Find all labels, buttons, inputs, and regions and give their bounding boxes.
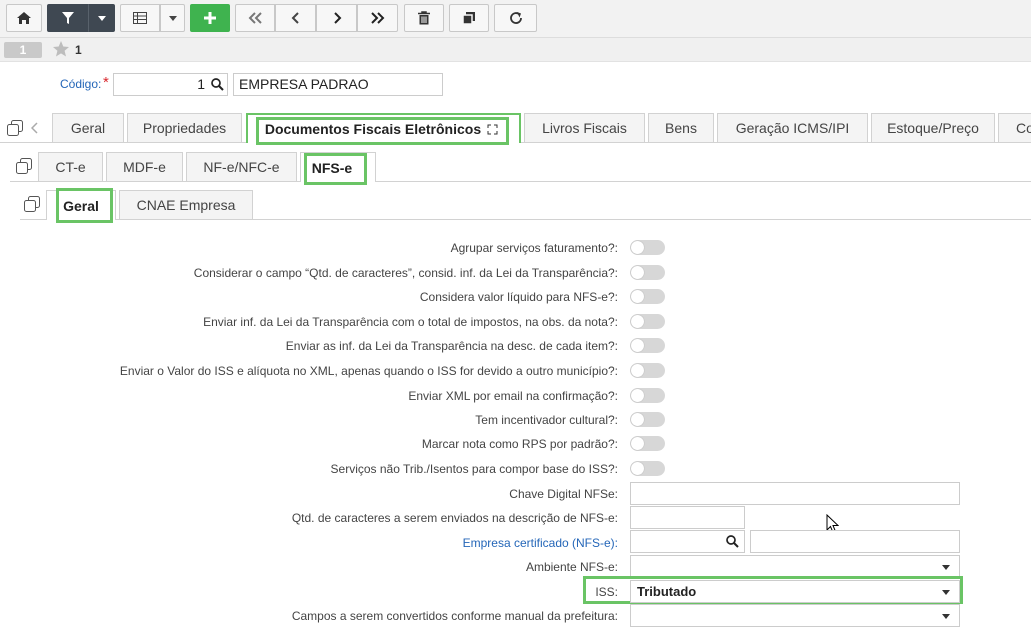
- toggle-lei-transparencia-obs[interactable]: [630, 314, 665, 329]
- tab-geral[interactable]: Geral: [52, 113, 124, 142]
- subtab-divider: [10, 181, 1031, 182]
- filter-icon: [61, 12, 74, 24]
- toggle-label: Tem incentivador cultural?:: [475, 413, 618, 427]
- record-bar: [0, 38, 1031, 62]
- empresa-certificado-input[interactable]: [630, 530, 745, 553]
- plus-icon: [204, 12, 216, 24]
- toggle-label: Serviços não Trib./Isentos para compor b…: [330, 462, 618, 476]
- trash-icon: [418, 11, 430, 25]
- delete-button[interactable]: [404, 4, 444, 32]
- tab-bens[interactable]: Bens: [648, 113, 714, 142]
- empresa-name-field: EMPRESA PADRAO: [233, 73, 443, 96]
- filter-dropdown-button[interactable]: [88, 4, 115, 32]
- toggle-label: Enviar XML por email na confirmação?:: [408, 389, 618, 403]
- iss-label: ISS:: [595, 585, 618, 599]
- toggle-rps-padrao[interactable]: [630, 436, 665, 451]
- table-icon: [133, 12, 147, 24]
- chave-digital-input[interactable]: [630, 482, 960, 505]
- tab-documentos-fiscais-label: Documentos Fiscais Eletrônicos: [264, 121, 482, 137]
- tab-cte[interactable]: CT-e: [38, 152, 103, 181]
- table-dropdown-button[interactable]: [160, 4, 185, 32]
- chevron-left-icon[interactable]: [31, 122, 39, 134]
- toggle-incentivador-cultural[interactable]: [630, 412, 665, 427]
- copy-tabs-icon[interactable]: [24, 196, 40, 212]
- copy-tabs-icon[interactable]: [7, 120, 23, 136]
- search-icon[interactable]: [726, 535, 739, 548]
- tab-geracao-icms-ipi[interactable]: Geração ICMS/IPI: [717, 113, 868, 142]
- dropdown-caret-icon: [97, 15, 106, 21]
- toggle-lei-transparencia-item[interactable]: [630, 338, 665, 353]
- tab-mdfe[interactable]: MDF-e: [106, 152, 183, 181]
- favorite-count: 1: [75, 43, 82, 57]
- toggle-label: Enviar o Valor do ISS e alíquota no XML,…: [119, 364, 618, 378]
- tab-livros-fiscais[interactable]: Livros Fiscais: [524, 113, 645, 142]
- refresh-button[interactable]: [494, 4, 537, 32]
- chevron-down-icon: [942, 590, 950, 595]
- toggle-valor-iss-xml[interactable]: [630, 363, 665, 378]
- toggle-servicos-nao-trib[interactable]: [630, 461, 665, 476]
- chave-digital-label: Chave Digital NFSe:: [509, 487, 618, 501]
- subtab-divider: [20, 219, 1031, 220]
- copy-icon: [462, 12, 475, 25]
- tab-propriedades[interactable]: Propriedades: [127, 113, 242, 142]
- duplicate-button[interactable]: [449, 4, 489, 32]
- copy-tabs-icon[interactable]: [16, 158, 32, 174]
- qtd-caracteres-input[interactable]: [630, 506, 745, 529]
- toggle-label: Enviar inf. da Lei da Transparência com …: [203, 315, 618, 329]
- chevron-down-icon: [942, 565, 950, 570]
- empresa-certificado-name: [750, 530, 960, 553]
- first-record-button[interactable]: [235, 4, 275, 32]
- tab-cnae-empresa[interactable]: CNAE Empresa: [119, 190, 253, 219]
- tab-nfe-nfce[interactable]: NF-e/NFC-e: [186, 152, 297, 181]
- tab-nfse-geral-label: Geral: [63, 197, 99, 214]
- home-icon: [17, 12, 31, 24]
- campos-convertidos-label: Campos a serem convertidos conforme manu…: [291, 609, 618, 623]
- tab-more[interactable]: Co: [998, 113, 1031, 142]
- filter-button[interactable]: [47, 4, 88, 32]
- table-view-button[interactable]: [120, 4, 160, 32]
- add-button[interactable]: [190, 4, 230, 32]
- tab-documentos-fiscais[interactable]: Documentos Fiscais Eletrônicos: [246, 113, 521, 145]
- tab-nfse[interactable]: NFS-e: [300, 152, 376, 185]
- required-mark: *: [103, 74, 109, 91]
- prev-record-button[interactable]: [275, 4, 316, 32]
- tab-nfse-label: NFS-e: [311, 159, 353, 176]
- first-icon: [248, 12, 262, 24]
- toggle-label: Considera valor líquido para NFS-e?:: [419, 290, 618, 304]
- campos-convertidos-select[interactable]: [630, 604, 960, 627]
- qtd-caracteres-label: Qtd. de caracteres a serem enviados na d…: [291, 511, 618, 525]
- iss-select[interactable]: Tributado: [630, 580, 960, 603]
- toggle-label: Marcar nota como RPS por padrão?:: [421, 437, 618, 451]
- toggle-label: Agrupar serviços faturamento?:: [450, 241, 618, 255]
- tab-estoque-preco[interactable]: Estoque/Preço: [871, 113, 995, 142]
- toggle-agrupar-servicos[interactable]: [630, 240, 665, 255]
- toggle-enviar-xml-email[interactable]: [630, 388, 665, 403]
- next-record-button[interactable]: [316, 4, 357, 32]
- codigo-label: Código:: [60, 77, 102, 91]
- refresh-icon: [509, 12, 522, 24]
- toggle-label: Enviar as inf. da Lei da Transparência n…: [285, 339, 618, 353]
- empresa-certificado-label[interactable]: Empresa certificado (NFS-e):: [463, 536, 618, 550]
- ambiente-select[interactable]: [630, 555, 960, 578]
- chevron-down-icon: [942, 614, 950, 619]
- tab-nfse-geral[interactable]: Geral: [46, 188, 116, 223]
- last-icon: [370, 12, 384, 24]
- ambiente-label: Ambiente NFS-e:: [525, 560, 618, 574]
- toggle-label: Considerar o campo “Qtd. de caracteres”,…: [193, 266, 618, 280]
- dropdown-caret-icon: [168, 15, 177, 21]
- star-icon[interactable]: [52, 40, 70, 58]
- record-number-badge[interactable]: 1: [4, 42, 42, 58]
- prev-icon: [291, 12, 299, 24]
- next-icon: [333, 12, 341, 24]
- iss-value: Tributado: [637, 584, 697, 599]
- toggle-considerar-qtd-caracteres[interactable]: [630, 265, 665, 280]
- home-button[interactable]: [6, 4, 42, 32]
- last-record-button[interactable]: [357, 4, 398, 32]
- toggle-valor-liquido[interactable]: [630, 289, 665, 304]
- search-icon[interactable]: [211, 78, 224, 91]
- expand-icon[interactable]: [487, 124, 498, 135]
